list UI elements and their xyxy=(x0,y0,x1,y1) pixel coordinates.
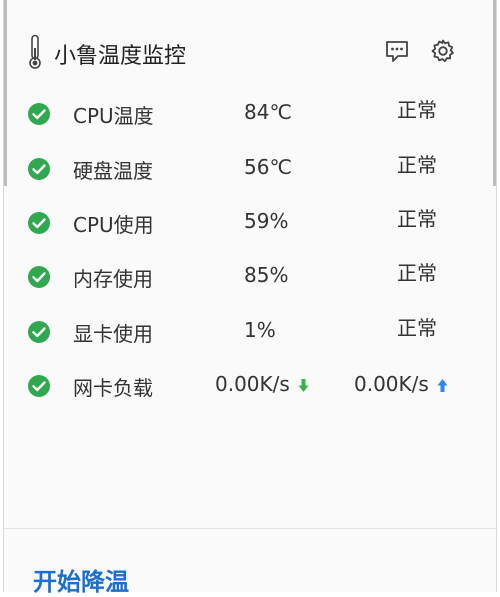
status-text: 正常 xyxy=(397,153,437,177)
gear-icon[interactable] xyxy=(430,38,456,64)
check-circle-icon xyxy=(28,212,50,234)
metric-label: 网卡负载 xyxy=(73,376,153,400)
metric-value: 1% xyxy=(244,318,276,342)
download-speed: 0.00K/s xyxy=(215,372,290,396)
status-text: 正常 xyxy=(397,316,437,340)
arrow-up-icon xyxy=(437,379,448,392)
check-circle-icon xyxy=(28,103,50,125)
metric-row-network-load: 网卡负载 0.00K/s 0.00K/s xyxy=(4,364,498,410)
message-icon[interactable] xyxy=(384,38,410,64)
check-circle-icon xyxy=(28,321,50,343)
metric-label: 内存使用 xyxy=(73,267,153,291)
metric-row-cpu-temp: CPU温度 84℃ 正常 xyxy=(4,92,498,138)
metric-label: 显卡使用 xyxy=(73,322,153,346)
app-title: 小鲁温度监控 xyxy=(54,44,187,69)
status-text: 正常 xyxy=(397,98,437,122)
metric-label: CPU使用 xyxy=(73,213,154,237)
metric-row-gpu-usage: 显卡使用 1% 正常 xyxy=(4,310,498,356)
metric-label: CPU温度 xyxy=(73,104,154,128)
metric-value: 56℃ xyxy=(244,155,292,179)
status-text: 正常 xyxy=(397,207,437,231)
thermometer-icon xyxy=(29,34,41,69)
metric-row-memory-usage: 内存使用 85% 正常 xyxy=(4,255,498,301)
check-circle-icon xyxy=(28,266,50,288)
metric-value: 84℃ xyxy=(244,100,292,124)
upload-speed: 0.00K/s xyxy=(354,372,429,396)
widget-window: 小鲁温度监控 CPU温度 84℃ 正常 硬盘温度 56℃ 正常 CPU使用 59… xyxy=(3,0,498,596)
arrow-down-icon xyxy=(298,379,309,392)
metric-label: 硬盘温度 xyxy=(73,159,153,183)
check-circle-icon xyxy=(28,158,50,180)
metric-value: 59% xyxy=(244,209,289,233)
status-text: 正常 xyxy=(397,261,437,285)
metric-value: 85% xyxy=(244,263,289,287)
metric-row-cpu-usage: CPU使用 59% 正常 xyxy=(4,201,498,247)
metric-row-disk-temp: 硬盘温度 56℃ 正常 xyxy=(4,147,498,193)
check-circle-icon xyxy=(28,375,50,397)
header: 小鲁温度监控 xyxy=(4,22,498,82)
footer-divider xyxy=(4,528,498,529)
